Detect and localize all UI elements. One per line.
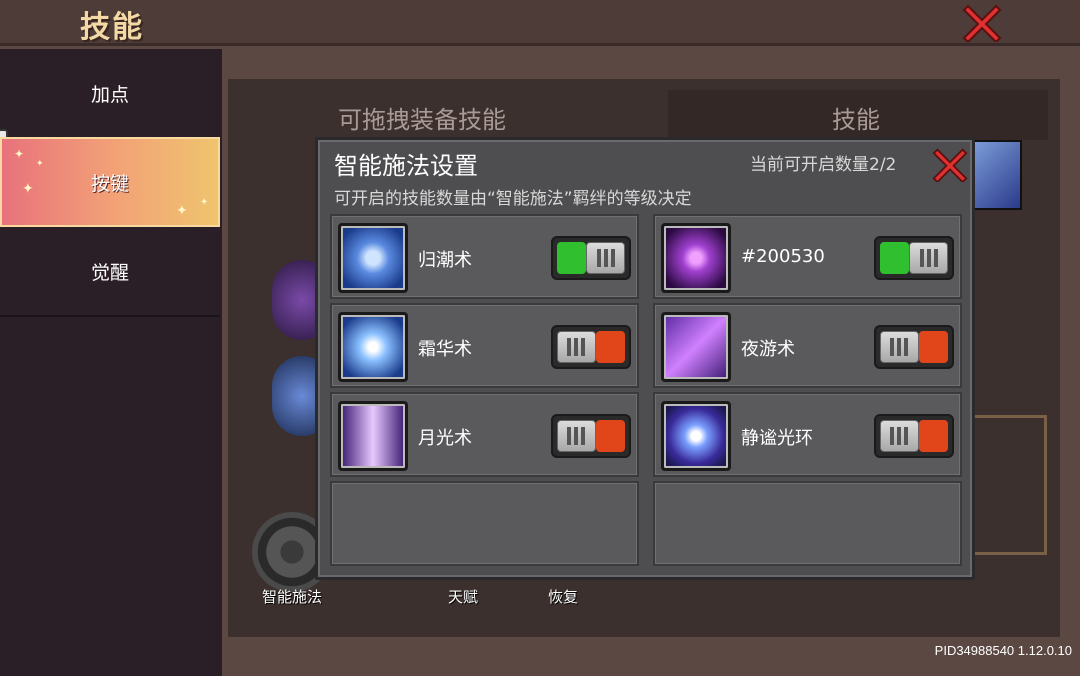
toggle-on-indicator xyxy=(880,242,910,274)
toggle-knob xyxy=(586,242,625,274)
toggle-switch[interactable] xyxy=(874,325,954,369)
toggle-off-indicator xyxy=(595,331,625,363)
toggle-switch[interactable] xyxy=(874,236,954,280)
skill-name: #200530 xyxy=(741,246,825,267)
smart-cast-dialog: 智能施法设置 当前可开启数量2/2 可开启的技能数量由“智能施法”羁绊的等级决定… xyxy=(315,137,975,580)
skill-cell: 归潮术 xyxy=(330,214,639,299)
sidebar-item-awaken[interactable]: 觉醒 xyxy=(0,227,220,317)
page-title: 技能 xyxy=(80,10,144,45)
header-bar: 技能 xyxy=(0,0,1080,46)
skill-cell: 霜华术 xyxy=(330,303,639,388)
talent-label: 天赋 xyxy=(448,588,479,606)
sidebar-item-keys[interactable]: ✦ ✦ ✦ ✦ ✦ 按键 xyxy=(0,137,220,227)
close-icon[interactable] xyxy=(932,146,968,182)
skill-name: 霜华术 xyxy=(418,339,472,360)
sparkle-icon: ✦ xyxy=(14,147,25,161)
dark-void-icon xyxy=(661,223,731,293)
sparkle-icon: ✦ xyxy=(36,159,44,169)
toggle-switch[interactable] xyxy=(551,414,631,458)
skill-cell: 月光术 xyxy=(330,392,639,477)
sparkle-icon: ✦ xyxy=(200,197,209,208)
skill-cell: 夜游术 xyxy=(653,303,962,388)
frost-crystal-icon xyxy=(338,312,408,382)
enable-count: 当前可开启数量2/2 xyxy=(750,155,897,175)
toggle-off-indicator xyxy=(918,331,948,363)
toggle-switch[interactable] xyxy=(551,325,631,369)
skill-name: 归潮术 xyxy=(418,250,472,271)
toggle-knob xyxy=(880,331,919,363)
equip-skills-label: 可拖拽装备技能 xyxy=(338,106,506,134)
dialog-title: 智能施法设置 xyxy=(334,152,478,180)
toggle-knob xyxy=(557,331,596,363)
toggle-knob xyxy=(557,420,596,452)
toggle-switch[interactable] xyxy=(551,236,631,280)
sparkle-icon: ✦ xyxy=(176,203,188,219)
toggle-switch[interactable] xyxy=(874,414,954,458)
skill-name: 静谧光环 xyxy=(741,428,813,449)
tide-swirl-icon xyxy=(338,223,408,293)
skill-cell: 静谧光环 xyxy=(653,392,962,477)
toggle-on-indicator xyxy=(557,242,587,274)
recover-label: 恢复 xyxy=(548,588,579,606)
empty-skill-cell xyxy=(330,481,639,566)
toggle-knob xyxy=(909,242,948,274)
smart-cast-label: 智能施法 xyxy=(262,588,323,606)
skill-name: 夜游术 xyxy=(741,339,795,360)
sparkle-icon: ✦ xyxy=(22,181,34,197)
serene-aura-icon xyxy=(661,401,731,471)
toggle-knob xyxy=(880,420,919,452)
moonlight-beam-icon xyxy=(338,401,408,471)
toggle-off-indicator xyxy=(918,420,948,452)
frost-skill-icon[interactable] xyxy=(972,140,1022,210)
version-text: PID34988540 1.12.0.10 xyxy=(934,643,1072,658)
skills-label: 技能 xyxy=(832,106,880,134)
close-icon[interactable] xyxy=(962,2,1002,42)
dialog-subtitle: 可开启的技能数量由“智能施法”羁绊的等级决定 xyxy=(334,189,692,209)
skill-name: 月光术 xyxy=(418,428,472,449)
sidebar: 加点 ✦ ✦ ✦ ✦ ✦ 按键 觉醒 xyxy=(0,49,222,676)
toggle-off-indicator xyxy=(595,420,625,452)
sidebar-item-label: 加点 xyxy=(90,83,129,106)
skill-cell: #200530 xyxy=(653,214,962,299)
slot-frame xyxy=(975,415,1047,555)
sidebar-item-label: 觉醒 xyxy=(90,261,129,284)
sidebar-item-points[interactable]: 加点 xyxy=(0,49,220,139)
sidebar-item-label: 按键 xyxy=(90,172,129,195)
night-shadow-icon xyxy=(661,312,731,382)
empty-skill-cell xyxy=(653,481,962,566)
